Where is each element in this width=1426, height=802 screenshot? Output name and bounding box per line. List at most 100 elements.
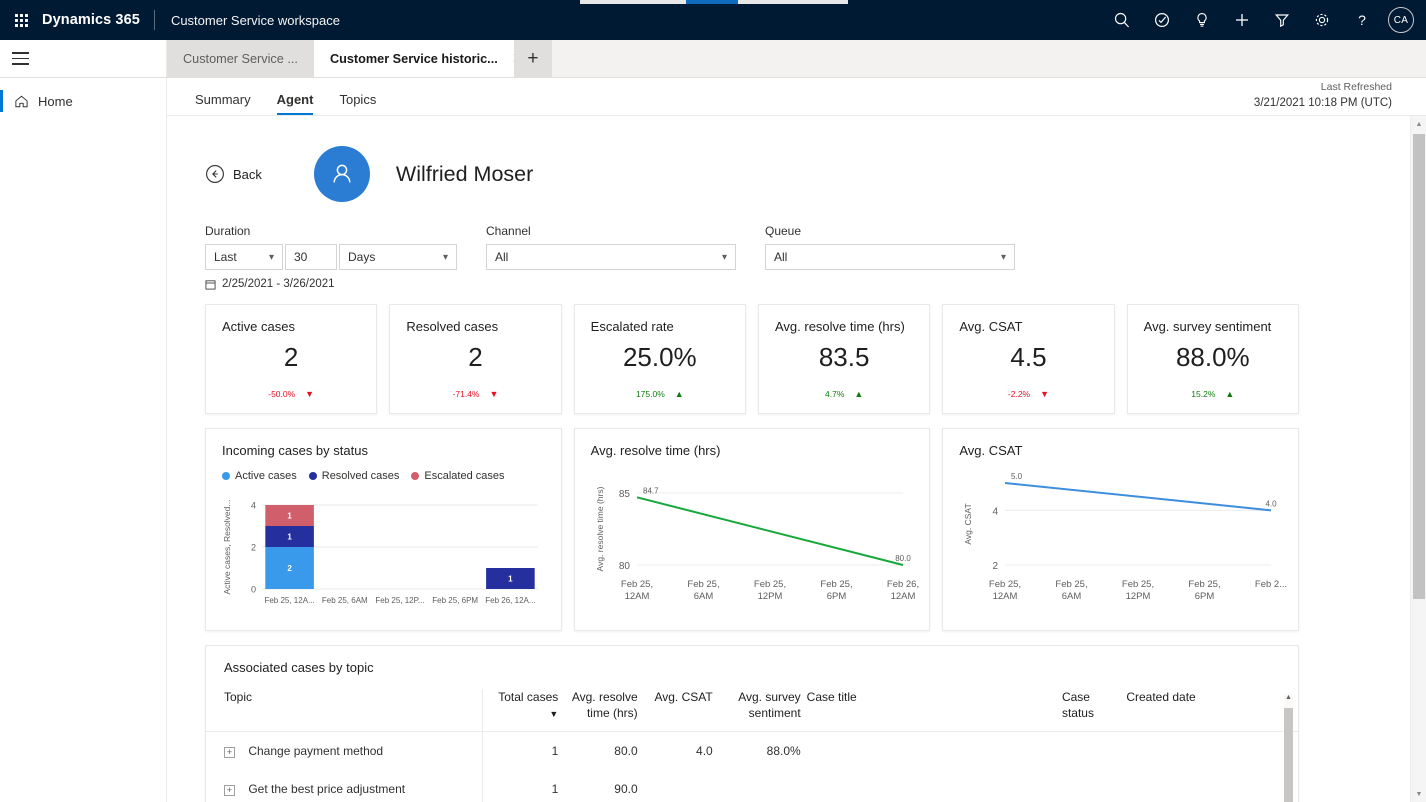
queue-filter: Queue All ▾	[765, 224, 1015, 270]
session-tab-1[interactable]: Customer Service ...	[167, 40, 314, 77]
legend-label: Escalated cases	[424, 470, 505, 482]
back-button[interactable]: Back	[205, 164, 262, 184]
table-header-row: Topic Total cases ▼ Avg. resolve time (h…	[206, 689, 1298, 733]
col-avg-resolve-time[interactable]: Avg. resolve time (hrs)	[564, 689, 644, 733]
kpi-card-avg-resolve-time[interactable]: Avg. resolve time (hrs) 83.5 4.7% ▲	[757, 304, 931, 414]
table-title: Associated cases by topic	[224, 660, 374, 675]
svg-text:Feb 25,: Feb 25,	[1056, 579, 1088, 590]
col-case-title[interactable]: Case title	[806, 689, 1062, 733]
kpi-title: Escalated rate	[590, 319, 674, 334]
tab-topics-label: Topics	[339, 92, 377, 107]
kpi-value: 83.5	[818, 342, 870, 372]
chart-legend: Active cases Resolved cases Escalated ca…	[222, 470, 545, 482]
avatar[interactable]: CA	[1388, 7, 1414, 33]
svg-text:2: 2	[287, 564, 292, 573]
channel-select[interactable]: All ▾	[486, 244, 736, 270]
kpi-delta: -2.2%	[1007, 389, 1031, 399]
legend-label: Resolved cases	[321, 470, 400, 482]
queue-select[interactable]: All ▾	[765, 244, 1015, 270]
tab-agent[interactable]: Agent	[267, 92, 324, 115]
svg-text:Feb 25,: Feb 25,	[989, 579, 1021, 590]
lightbulb-icon[interactable]	[1182, 0, 1222, 40]
duration-operator-select[interactable]: Last ▾	[205, 244, 283, 270]
col-avg-csat[interactable]: Avg. CSAT	[643, 689, 719, 733]
svg-text:85: 85	[619, 489, 631, 500]
duration-amount-value: 30	[294, 250, 308, 264]
svg-text:2: 2	[993, 561, 999, 572]
help-icon[interactable]: ?	[1342, 0, 1382, 40]
kpi-card-active-cases[interactable]: Active cases 2 -50.0% ▼	[205, 304, 378, 414]
page-scrollbar-thumb[interactable]	[1413, 134, 1425, 599]
legend-item-escalated-cases[interactable]: Escalated cases	[411, 470, 505, 482]
table-scrollbar[interactable]: ▲	[1284, 694, 1293, 802]
sidebar-item-home[interactable]: Home	[0, 84, 166, 118]
kpi-card-avg-csat[interactable]: Avg. CSAT 4.5 -2.2% ▼	[942, 304, 1115, 414]
svg-text:Avg. CSAT: Avg. CSAT	[963, 503, 973, 544]
app-header: Dynamics 365 Customer Service workspace …	[0, 0, 1426, 40]
body: Home Summary Agent Topics Last Refreshed…	[0, 78, 1426, 802]
search-icon[interactable]	[1102, 0, 1142, 40]
plus-icon[interactable]	[1222, 0, 1262, 40]
session-tab-2[interactable]: Customer Service historic... ✕	[313, 40, 524, 77]
svg-text:4.0: 4.0	[1266, 499, 1278, 508]
chart-row: Incoming cases by status Active cases Re…	[185, 414, 1392, 631]
date-range: 2/25/2021 - 3/26/2021	[185, 270, 1392, 290]
tab-topics[interactable]: Topics	[329, 92, 386, 115]
kpi-card-escalated-rate[interactable]: Escalated rate 25.0% 175.0% ▲	[573, 304, 746, 414]
duration-amount-input[interactable]: 30	[285, 244, 337, 270]
legend-swatch	[222, 472, 230, 480]
assistant-icon[interactable]	[1142, 0, 1182, 40]
kpi-card-avg-survey-sentiment[interactable]: Avg. survey sentiment 88.0% 15.2% ▲	[1126, 304, 1299, 414]
legend-item-resolved-cases[interactable]: Resolved cases	[308, 470, 400, 482]
legend-label: Active cases	[235, 470, 297, 482]
legend-swatch	[411, 472, 420, 480]
table-scrollbar-thumb[interactable]	[1284, 708, 1293, 802]
legend-item-active-cases[interactable]: Active cases	[222, 470, 297, 482]
scroll-up-icon[interactable]: ▲	[1411, 116, 1426, 132]
chart-incoming-cases-by-status[interactable]: Incoming cases by status Active cases Re…	[205, 428, 562, 631]
chart-plot-area: Active cases, Resolved... 0 2 4 2 1 1 Feb 25, 1…	[222, 497, 549, 622]
chart-plot-area: Avg. resolve time (hrs) 80 85 84.7 80.0 Feb 2…	[591, 469, 919, 622]
brand-label[interactable]: Dynamics 365	[42, 12, 154, 28]
col-case-status[interactable]: Case status	[1061, 689, 1127, 733]
svg-text:Feb 25, 6AM: Feb 25, 6AM	[322, 596, 368, 605]
kpi-card-resolved-cases[interactable]: Resolved cases 2 -71.4% ▼	[389, 304, 562, 414]
scroll-down-icon[interactable]: ▼	[1411, 786, 1426, 802]
duration-unit-select[interactable]: Days ▾	[339, 244, 457, 270]
scroll-up-icon[interactable]: ▲	[1284, 694, 1293, 701]
table-row[interactable]: + Change payment method 1 80.0 4.0 88.0%	[206, 731, 1298, 771]
col-topic-label: Topic	[224, 690, 253, 704]
tab-summary[interactable]: Summary	[185, 92, 261, 115]
table-associated-cases-by-topic: Associated cases by topic Topic Total ca…	[205, 645, 1299, 802]
cell-topic: + Change payment method	[206, 731, 484, 771]
app-launcher-icon[interactable]	[0, 13, 42, 27]
cell-avg-csat: 4.0	[696, 744, 713, 759]
chart-avg-resolve-time[interactable]: Avg. resolve time (hrs) Avg. resolve tim…	[573, 428, 931, 631]
trend-up-icon: ▲	[854, 388, 864, 399]
cell-avg-csat	[644, 770, 719, 802]
col-created-date-label: Created date	[1126, 690, 1196, 704]
expand-row-icon[interactable]: +	[224, 746, 235, 758]
tab-strip: Customer Service ... Customer Service hi…	[0, 40, 1426, 78]
table-row[interactable]: + Get the best price adjustment 1 90.0	[206, 770, 1298, 802]
hamburger-menu-icon[interactable]	[12, 47, 36, 71]
cell-topic-label: Get the best price adjustment	[248, 782, 406, 797]
back-button-label: Back	[233, 166, 262, 182]
new-tab-button[interactable]: +	[513, 40, 552, 77]
svg-text:1: 1	[508, 575, 513, 584]
svg-text:12AM: 12AM	[890, 591, 915, 602]
cell-avg-survey-sentiment	[719, 770, 807, 802]
cell-created-date	[1126, 732, 1298, 771]
col-total-cases[interactable]: Total cases ▼	[482, 689, 565, 733]
chart-avg-csat[interactable]: Avg. CSAT Avg. CSAT 2 4 5.0 4.0 Feb 25, 12AM Fe…	[942, 428, 1300, 631]
expand-row-icon[interactable]: +	[224, 784, 235, 796]
col-topic[interactable]: Topic	[206, 689, 484, 733]
gear-icon[interactable]	[1302, 0, 1342, 40]
kpi-title: Avg. survey sentiment	[1143, 319, 1272, 334]
col-avg-survey-sentiment[interactable]: Avg. survey sentiment	[718, 689, 807, 733]
col-created-date[interactable]: Created date	[1126, 689, 1298, 733]
last-refreshed-label: Last Refreshed	[1320, 81, 1392, 93]
kpi-delta: 15.2%	[1191, 389, 1216, 399]
filter-icon[interactable]	[1262, 0, 1302, 40]
page-scrollbar[interactable]: ▲ ▼	[1410, 116, 1426, 802]
